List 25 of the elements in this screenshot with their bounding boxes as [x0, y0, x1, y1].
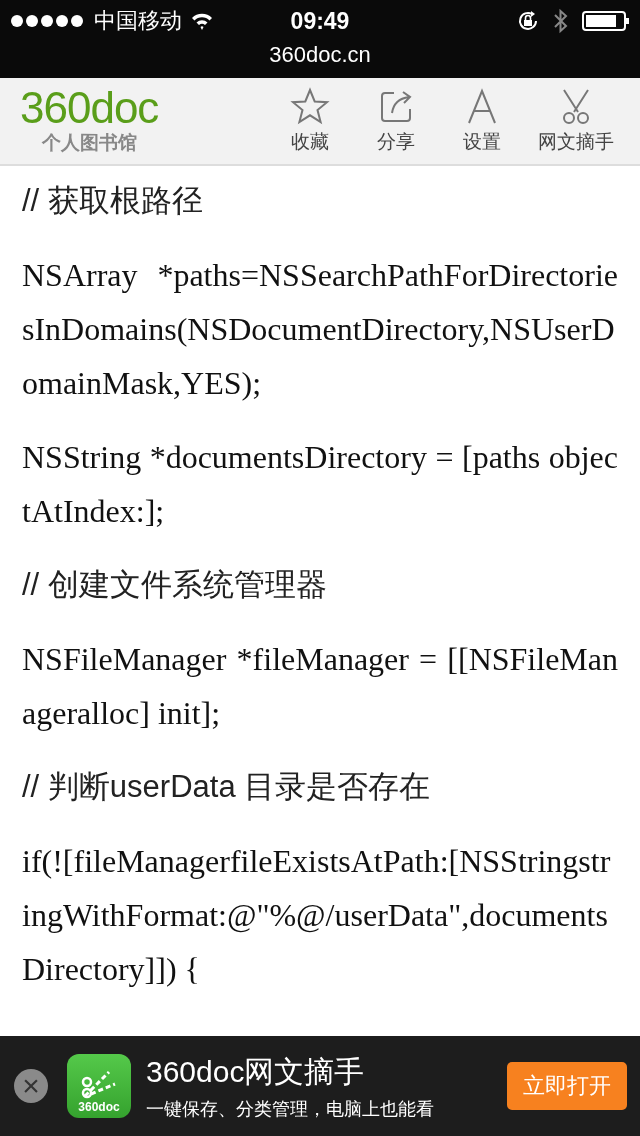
- app-title: 360doc网文摘手: [146, 1053, 366, 1090]
- code-line: if(![fileManagerfileExistsAtPath:[NSStringstringWithFormat:@"%@/userData",documentsDirectory]]) {: [22, 842, 612, 989]
- clip-button[interactable]: 网文摘手: [532, 87, 620, 155]
- favorite-button[interactable]: 收藏: [274, 87, 346, 155]
- rotation-lock-icon: [516, 9, 540, 33]
- wifi-icon: [190, 12, 214, 30]
- app-icon-label: 360doc: [78, 1100, 120, 1114]
- code-comment: // 判断userData 目录是否存在: [22, 768, 432, 806]
- clock-time: 09:49: [290, 7, 350, 35]
- share-button[interactable]: 分享: [360, 87, 432, 155]
- code-comment: // 获取根路径: [22, 182, 204, 220]
- battery-icon: [582, 11, 630, 31]
- code-comment: // 创建文件系统管理器: [22, 566, 328, 604]
- settings-button[interactable]: 设置: [446, 87, 518, 155]
- site-subtitle: 个人图书馆: [41, 131, 137, 155]
- page-address[interactable]: 360doc.cn: [10, 42, 630, 72]
- app-tagline: 一键保存、分类管理，电脑上也能看: [146, 1097, 435, 1121]
- code-line: NSFileManager *fileManager = [[NSFileManageralloc] init];: [22, 640, 618, 733]
- signal-icon: [10, 14, 86, 28]
- code-line: NSArray *paths=NSSearchPathForDirectoriesInDomains(NSDocumentDirectory,NSUserDomainMask,YES);: [22, 256, 618, 403]
- code-line: NSString *documentsDirectory = [paths objectAtIndex:];: [22, 438, 618, 531]
- star-icon: [290, 87, 330, 127]
- close-button[interactable]: ×: [14, 1069, 48, 1103]
- bluetooth-icon: [554, 8, 568, 34]
- carrier-name: 中国移动: [94, 7, 182, 35]
